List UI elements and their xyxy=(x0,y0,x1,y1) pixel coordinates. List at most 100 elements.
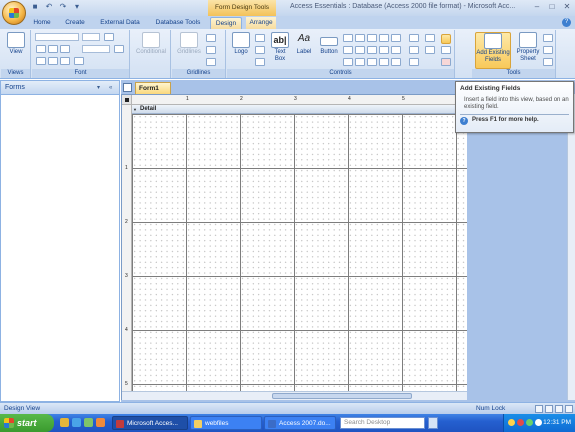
quick-launch-icon[interactable] xyxy=(96,418,105,427)
vertical-scrollbar[interactable] xyxy=(567,94,575,400)
page-break-icon[interactable] xyxy=(391,58,401,66)
start-button[interactable]: start xyxy=(0,414,54,432)
rectangle-icon[interactable] xyxy=(343,46,353,54)
macro-icon[interactable] xyxy=(543,58,553,66)
option-group-icon[interactable] xyxy=(391,34,401,42)
form-view-icon[interactable] xyxy=(535,405,543,413)
maximize-icon[interactable]: □ xyxy=(546,1,558,12)
logo-button[interactable]: Logo xyxy=(230,32,252,56)
quick-launch-icon[interactable] xyxy=(84,418,93,427)
gridline-style-icon[interactable] xyxy=(206,46,216,54)
design-view-icon[interactable] xyxy=(565,405,573,413)
label-button[interactable]: Aa Label xyxy=(293,32,315,56)
horizontal-scrollbar[interactable] xyxy=(122,391,467,400)
save-icon[interactable]: ■ xyxy=(30,2,40,12)
help-icon[interactable]: ? xyxy=(562,18,571,27)
line-type-icon[interactable] xyxy=(409,46,419,54)
chart-icon[interactable] xyxy=(379,46,389,54)
tab-create[interactable]: Create xyxy=(62,17,88,29)
date-time-icon[interactable] xyxy=(255,58,265,66)
customize-icon[interactable]: ▾ xyxy=(72,2,82,12)
view-button[interactable]: View xyxy=(4,32,28,56)
italic-icon[interactable] xyxy=(48,45,58,53)
option-button-icon[interactable] xyxy=(343,58,353,66)
tab-control-icon[interactable] xyxy=(367,34,377,42)
quick-launch-icon[interactable] xyxy=(60,418,69,427)
list-box-icon[interactable] xyxy=(379,34,389,42)
taskbar-button-access[interactable]: Microsoft Acces... xyxy=(112,416,188,430)
tab-design[interactable]: Design xyxy=(210,17,242,29)
line-color-icon[interactable] xyxy=(114,45,124,53)
design-grid[interactable] xyxy=(132,114,467,391)
special-effect-icon[interactable] xyxy=(425,34,435,42)
bold-icon[interactable] xyxy=(36,45,46,53)
detail-section-bar[interactable]: Detail xyxy=(132,105,467,114)
tray-icon[interactable] xyxy=(517,419,524,426)
button-button[interactable]: Button xyxy=(317,32,341,56)
taskbar-button-webfiles[interactable]: webfiles xyxy=(190,416,262,430)
tab-home[interactable]: Home xyxy=(30,17,54,29)
tray-icon[interactable] xyxy=(535,419,542,426)
font-name-combo[interactable] xyxy=(35,33,79,41)
datasheet-view-icon[interactable] xyxy=(545,405,553,413)
insert-activex-icon[interactable] xyxy=(425,46,435,54)
combo-box-icon[interactable] xyxy=(343,34,353,42)
attachment-icon[interactable] xyxy=(367,58,377,66)
select-icon[interactable] xyxy=(441,34,451,44)
control-wizards-icon[interactable] xyxy=(441,46,451,54)
code-icon[interactable] xyxy=(543,46,553,54)
line-thickness-icon[interactable] xyxy=(409,34,419,42)
add-existing-fields-button[interactable]: Add Existing Fields xyxy=(475,32,511,69)
nav-pane-header[interactable]: Forms ▾ « xyxy=(1,81,119,95)
undo-icon[interactable]: ↶ xyxy=(44,2,54,12)
gridlines-button[interactable]: Gridlines xyxy=(175,32,203,56)
checkbox-icon[interactable] xyxy=(355,46,365,54)
document-tab-form1[interactable]: Form1 xyxy=(135,82,171,94)
minimize-icon[interactable]: – xyxy=(531,1,543,12)
tab-external-data[interactable]: External Data xyxy=(97,17,143,29)
page-numbers-icon[interactable] xyxy=(255,46,265,54)
title-icon[interactable] xyxy=(255,34,265,42)
ruler-v-number: 2 xyxy=(125,219,128,225)
underline-icon[interactable] xyxy=(60,45,70,53)
align-right-icon[interactable] xyxy=(60,57,70,65)
office-button[interactable] xyxy=(2,1,26,25)
tab-order-icon[interactable] xyxy=(543,34,553,42)
font-size-combo[interactable] xyxy=(82,33,100,41)
horizontal-ruler[interactable]: 1 2 3 4 5 xyxy=(132,95,467,105)
image-icon[interactable] xyxy=(367,46,377,54)
taskbar-button-word[interactable]: Access 2007.do... xyxy=(264,416,336,430)
align-center-icon[interactable] xyxy=(48,57,58,65)
line-color-control-icon[interactable] xyxy=(409,58,419,66)
gridline-width-icon[interactable] xyxy=(206,34,216,42)
line-icon[interactable] xyxy=(355,34,365,42)
shutter-bar-close-icon[interactable]: « xyxy=(109,81,112,95)
gridline-color-icon[interactable] xyxy=(206,58,216,66)
fill-color-combo[interactable] xyxy=(82,45,110,53)
delete-icon[interactable] xyxy=(441,58,451,66)
tab-arrange[interactable]: Arrange xyxy=(246,17,276,29)
desktop-search-input[interactable]: Search Desktop xyxy=(340,417,425,429)
font-color-icon[interactable] xyxy=(104,33,114,41)
layout-view-icon[interactable] xyxy=(555,405,563,413)
nav-pane-dropdown-icon[interactable]: ▾ xyxy=(97,81,100,95)
tab-database-tools[interactable]: Database Tools xyxy=(152,17,204,29)
vertical-ruler[interactable]: 1 2 3 4 5 xyxy=(122,105,132,391)
tray-icon[interactable] xyxy=(508,419,515,426)
conditional-button[interactable]: Conditional xyxy=(134,32,168,56)
text-box-button[interactable]: ab| Text Box xyxy=(269,32,291,63)
ie-icon[interactable] xyxy=(72,418,81,427)
hyperlink-icon[interactable] xyxy=(379,58,389,66)
subform-icon[interactable] xyxy=(391,46,401,54)
toggle-button-icon[interactable] xyxy=(355,58,365,66)
scroll-thumb[interactable] xyxy=(272,393,412,399)
tooltip-help-text: Press F1 for more help. xyxy=(472,117,539,123)
property-sheet-button[interactable]: Property Sheet xyxy=(514,32,542,63)
form-selector[interactable] xyxy=(122,95,132,105)
search-icon[interactable] xyxy=(428,417,438,429)
redo-icon[interactable]: ↷ xyxy=(58,2,68,12)
close-icon[interactable]: ✕ xyxy=(561,1,573,12)
tray-icon[interactable] xyxy=(526,419,533,426)
format-painter-icon[interactable] xyxy=(74,57,84,65)
align-left-icon[interactable] xyxy=(36,57,46,65)
